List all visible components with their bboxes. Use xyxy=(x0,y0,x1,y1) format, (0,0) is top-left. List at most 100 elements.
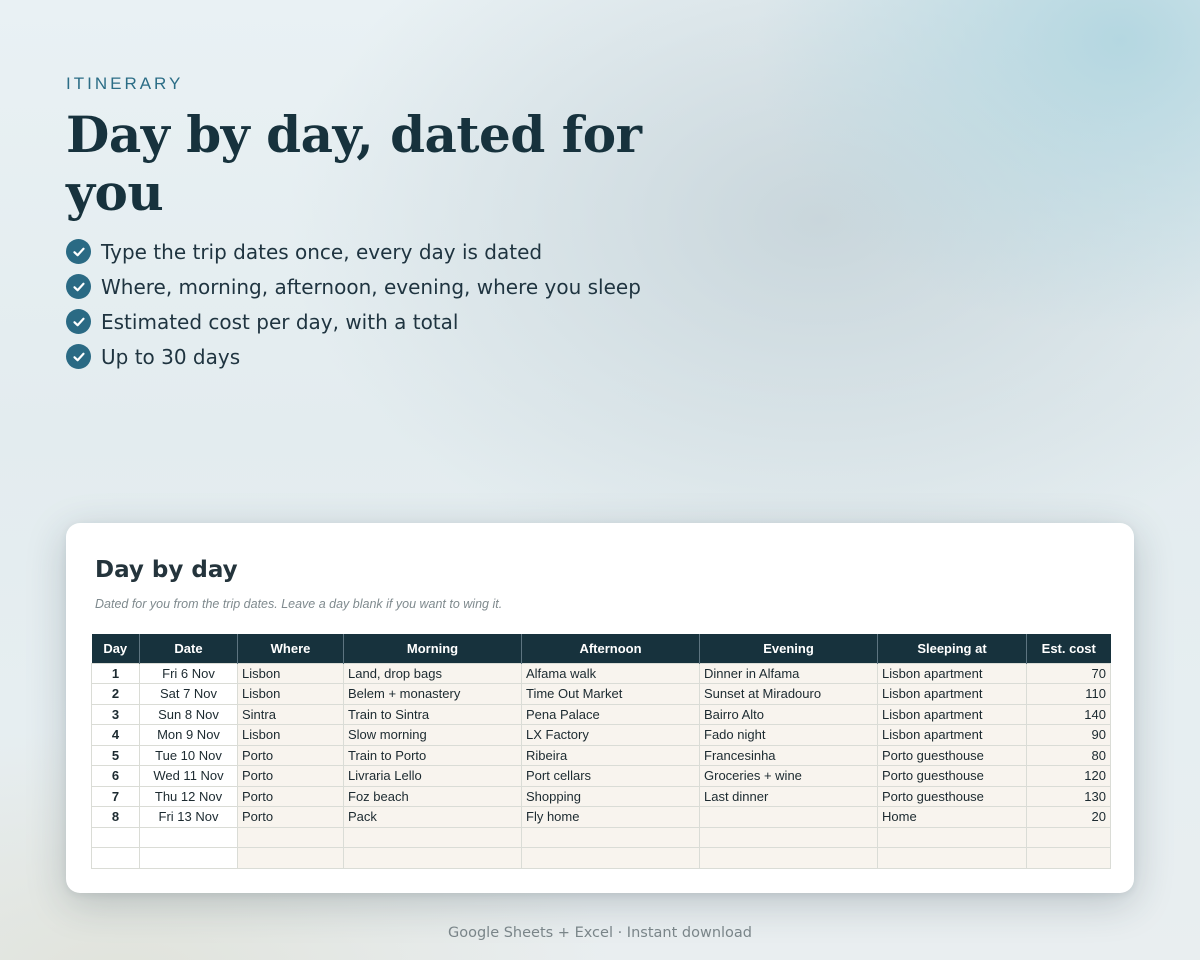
cell-morning[interactable]: Foz beach xyxy=(343,785,522,807)
check-icon xyxy=(66,274,91,299)
cell-date[interactable]: Tue 10 Nov xyxy=(139,744,238,766)
cell-day[interactable]: 1 xyxy=(91,662,140,684)
cell-afternoon[interactable] xyxy=(521,847,700,869)
cell-cost[interactable]: 140 xyxy=(1026,703,1111,725)
cell-morning[interactable] xyxy=(343,847,522,869)
cell-evening[interactable]: Last dinner xyxy=(699,785,878,807)
table-body: 1 Fri 6 Nov Lisbon Land, drop bags Alfama wa… xyxy=(91,662,1111,869)
cell-morning[interactable] xyxy=(343,826,522,848)
cell-cost[interactable] xyxy=(1026,826,1111,848)
cell-evening[interactable]: Groceries + wine xyxy=(699,765,878,787)
cell-day[interactable] xyxy=(91,847,140,869)
cell-where[interactable]: Sintra xyxy=(237,703,344,725)
cell-where[interactable] xyxy=(237,847,344,869)
cell-afternoon[interactable] xyxy=(521,826,700,848)
feature-text: Where, morning, afternoon, evening, wher… xyxy=(101,274,641,299)
cell-sleeping[interactable]: Home xyxy=(877,806,1027,828)
cell-afternoon[interactable]: Time Out Market xyxy=(521,683,700,705)
cell-day[interactable] xyxy=(91,826,140,848)
cell-morning[interactable]: Land, drop bags xyxy=(343,662,522,684)
cell-sleeping[interactable]: Lisbon apartment xyxy=(877,703,1027,725)
cell-evening[interactable]: Francesinha xyxy=(699,744,878,766)
cell-cost[interactable]: 20 xyxy=(1026,806,1111,828)
cell-cost[interactable]: 90 xyxy=(1026,724,1111,746)
cell-where[interactable]: Porto xyxy=(237,806,344,828)
cell-where[interactable] xyxy=(237,826,344,848)
cell-date[interactable]: Mon 9 Nov xyxy=(139,724,238,746)
cell-day[interactable]: 4 xyxy=(91,724,140,746)
cell-where[interactable]: Lisbon xyxy=(237,662,344,684)
cell-sleeping[interactable] xyxy=(877,826,1027,848)
table-row: 5 Tue 10 Nov Porto Train to Porto Ribeira Fra… xyxy=(91,744,1111,766)
cell-cost[interactable]: 70 xyxy=(1026,662,1111,684)
eyebrow-label: ITINERARY xyxy=(66,74,184,93)
cell-evening[interactable] xyxy=(699,847,878,869)
cell-afternoon[interactable]: Ribeira xyxy=(521,744,700,766)
cell-morning[interactable]: Train to Sintra xyxy=(343,703,522,725)
cell-morning[interactable]: Slow morning xyxy=(343,724,522,746)
check-icon xyxy=(66,239,91,264)
cell-afternoon[interactable]: Pena Palace xyxy=(521,703,700,725)
cell-sleeping[interactable]: Lisbon apartment xyxy=(877,662,1027,684)
cell-evening[interactable]: Fado night xyxy=(699,724,878,746)
sheet-preview-card: Day by day Dated for you from the trip d… xyxy=(66,523,1134,893)
feature-text: Estimated cost per day, with a total xyxy=(101,309,459,334)
cell-where[interactable]: Lisbon xyxy=(237,683,344,705)
table-header-row: Day Date Where Morning Afternoon Evening Sleep… xyxy=(91,634,1111,663)
cell-afternoon[interactable]: Alfama walk xyxy=(521,662,700,684)
cell-cost[interactable]: 110 xyxy=(1026,683,1111,705)
table-row: 4 Mon 9 Nov Lisbon Slow morning LX Factory Fa… xyxy=(91,724,1111,746)
cell-cost[interactable]: 120 xyxy=(1026,765,1111,787)
cell-sleeping[interactable]: Porto guesthouse xyxy=(877,744,1027,766)
cell-sleeping[interactable]: Porto guesthouse xyxy=(877,765,1027,787)
cell-where[interactable]: Porto xyxy=(237,765,344,787)
cell-day[interactable]: 5 xyxy=(91,744,140,766)
cell-afternoon[interactable]: Fly home xyxy=(521,806,700,828)
cell-evening[interactable] xyxy=(699,806,878,828)
table-row xyxy=(91,847,1111,869)
cell-morning[interactable]: Pack xyxy=(343,806,522,828)
cell-morning[interactable]: Belem + monastery xyxy=(343,683,522,705)
cell-date[interactable]: Fri 6 Nov xyxy=(139,662,238,684)
cell-where[interactable]: Porto xyxy=(237,785,344,807)
cell-sleeping[interactable]: Lisbon apartment xyxy=(877,683,1027,705)
itinerary-table: Day Date Where Morning Afternoon Evening Sleep… xyxy=(91,634,1111,869)
cell-day[interactable]: 3 xyxy=(91,703,140,725)
cell-sleeping[interactable]: Lisbon apartment xyxy=(877,724,1027,746)
cell-evening[interactable]: Bairro Alto xyxy=(699,703,878,725)
column-header: Day xyxy=(91,634,140,663)
cell-afternoon[interactable]: Shopping xyxy=(521,785,700,807)
cell-sleeping[interactable]: Porto guesthouse xyxy=(877,785,1027,807)
column-header: Afternoon xyxy=(521,634,700,663)
cell-day[interactable]: 2 xyxy=(91,683,140,705)
cell-morning[interactable]: Livraria Lello xyxy=(343,765,522,787)
cell-afternoon[interactable]: Port cellars xyxy=(521,765,700,787)
cell-cost[interactable] xyxy=(1026,847,1111,869)
cell-day[interactable]: 7 xyxy=(91,785,140,807)
cell-cost[interactable]: 130 xyxy=(1026,785,1111,807)
cell-evening[interactable]: Sunset at Miradouro xyxy=(699,683,878,705)
cell-where[interactable]: Lisbon xyxy=(237,724,344,746)
cell-date[interactable]: Thu 12 Nov xyxy=(139,785,238,807)
column-header: Est. cost xyxy=(1026,634,1111,663)
cell-date[interactable] xyxy=(139,847,238,869)
cell-date[interactable]: Sat 7 Nov xyxy=(139,683,238,705)
cell-day[interactable]: 6 xyxy=(91,765,140,787)
cell-afternoon[interactable]: LX Factory xyxy=(521,724,700,746)
cell-sleeping[interactable] xyxy=(877,847,1027,869)
cell-where[interactable]: Porto xyxy=(237,744,344,766)
feature-text: Up to 30 days xyxy=(101,344,241,369)
cell-day[interactable]: 8 xyxy=(91,806,140,828)
cell-evening[interactable] xyxy=(699,826,878,848)
cell-date[interactable]: Fri 13 Nov xyxy=(139,806,238,828)
cell-cost[interactable]: 80 xyxy=(1026,744,1111,766)
table-row: 8 Fri 13 Nov Porto Pack Fly home Home 20 xyxy=(91,806,1111,828)
cell-morning[interactable]: Train to Porto xyxy=(343,744,522,766)
check-icon xyxy=(66,309,91,334)
cell-date[interactable]: Wed 11 Nov xyxy=(139,765,238,787)
check-icon xyxy=(66,344,91,369)
cell-date[interactable] xyxy=(139,826,238,848)
cell-evening[interactable]: Dinner in Alfama xyxy=(699,662,878,684)
feature-list: Type the trip dates once, every day is d… xyxy=(66,234,686,374)
cell-date[interactable]: Sun 8 Nov xyxy=(139,703,238,725)
